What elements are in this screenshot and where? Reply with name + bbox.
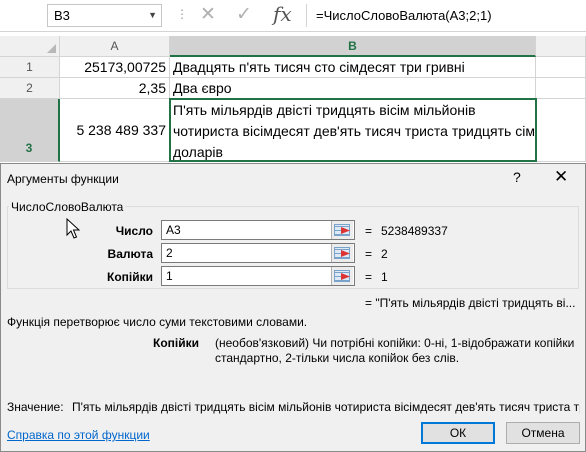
cancel-button[interactable]: Отмена <box>506 422 580 444</box>
cell-c1[interactable] <box>536 57 586 78</box>
function-description: Функція перетворює число суми текстовими… <box>7 315 308 329</box>
enter-icon[interactable]: ✓ <box>236 3 252 26</box>
cell-c3[interactable] <box>536 99 586 162</box>
name-box[interactable]: B3 ▼ <box>47 4 162 27</box>
value-text: П'ять мільярдів двісті тридцять вісім мі… <box>72 400 580 414</box>
active-cell-border <box>169 98 537 162</box>
help-link[interactable]: Справка по этой функции <box>7 428 150 442</box>
arg-equals: = <box>365 247 373 261</box>
drag-handle-icon[interactable]: ⋮ <box>176 7 189 21</box>
column-header-a[interactable]: A <box>60 36 170 57</box>
chevron-down-icon[interactable]: ▼ <box>148 5 157 26</box>
arg-result-number: 5238489337 <box>381 224 448 238</box>
insert-function-icon[interactable]: fx <box>273 2 292 26</box>
arg-input-currency[interactable]: 2 <box>161 243 355 263</box>
arg-input-number-value: A3 <box>166 223 181 237</box>
dialog-title: Аргументы функции <box>7 172 119 186</box>
column-header-c[interactable] <box>536 36 586 57</box>
arg-equals: = <box>365 270 373 284</box>
cell-a3[interactable]: 5 238 489 337 <box>60 99 170 162</box>
function-result: = "П'ять мільярдів двісті тридцять ві... <box>365 296 576 310</box>
value-label: Значение: <box>7 400 64 414</box>
arg-equals: = <box>365 224 373 238</box>
column-header-b[interactable]: B <box>170 36 536 57</box>
select-all-corner[interactable] <box>0 36 60 57</box>
cell-a2[interactable]: 2,35 <box>60 78 170 99</box>
arg-input-number[interactable]: A3 <box>161 220 355 240</box>
function-arguments-dialog: Аргументы функции ? ✕ ЧислоСловоВалюта Ч… <box>0 163 586 452</box>
arg-input-currency-value: 2 <box>166 246 173 260</box>
formula-bar-divider <box>306 4 307 27</box>
collapse-dialog-icon[interactable] <box>331 244 353 262</box>
formula-input[interactable]: =ЧислоСловоВалюта(A3;2;1) <box>316 8 492 23</box>
arg-result-kopecks: 1 <box>381 270 388 284</box>
arg-label-kopecks: Копійки <box>107 270 153 284</box>
cell-c2[interactable] <box>536 78 586 99</box>
cancel-icon[interactable]: ✕ <box>200 3 216 26</box>
cell-b1[interactable]: Двадцять п'ять тисяч сто сімдесят три гр… <box>170 57 536 78</box>
close-icon[interactable]: ✕ <box>554 167 568 187</box>
arg-label-currency: Валюта <box>107 247 153 261</box>
arg-help-name: Копійки <box>153 336 199 350</box>
arg-input-kopecks-value: 1 <box>166 269 173 283</box>
row-header-3[interactable]: 3 <box>0 99 60 162</box>
arg-help-text: (необов'язковий) Чи потрібні копійки: 0-… <box>215 336 575 365</box>
row-header-2[interactable]: 2 <box>0 78 60 99</box>
collapse-dialog-icon[interactable] <box>331 221 353 239</box>
ok-button[interactable]: ОК <box>421 422 495 444</box>
row-header-1[interactable]: 1 <box>0 57 60 78</box>
worksheet-grid: A B 1 25173,00725 Двадцять п'ять тисяч с… <box>0 36 586 166</box>
arg-input-kopecks[interactable]: 1 <box>161 266 355 286</box>
name-box-value: B3 <box>54 8 70 23</box>
arg-result-currency: 2 <box>381 247 388 261</box>
collapse-dialog-icon[interactable] <box>331 267 353 285</box>
help-icon[interactable]: ? <box>513 169 521 185</box>
function-name-label: ЧислоСловоВалюта <box>9 200 126 214</box>
cell-a1[interactable]: 25173,00725 <box>60 57 170 78</box>
formula-bar: B3 ▼ ⋮ ✕ ✓ fx =ЧислоСловоВалюта(A3;2;1) <box>0 0 586 32</box>
cell-b2[interactable]: Два євро <box>170 78 536 99</box>
mouse-cursor-icon <box>66 218 80 239</box>
